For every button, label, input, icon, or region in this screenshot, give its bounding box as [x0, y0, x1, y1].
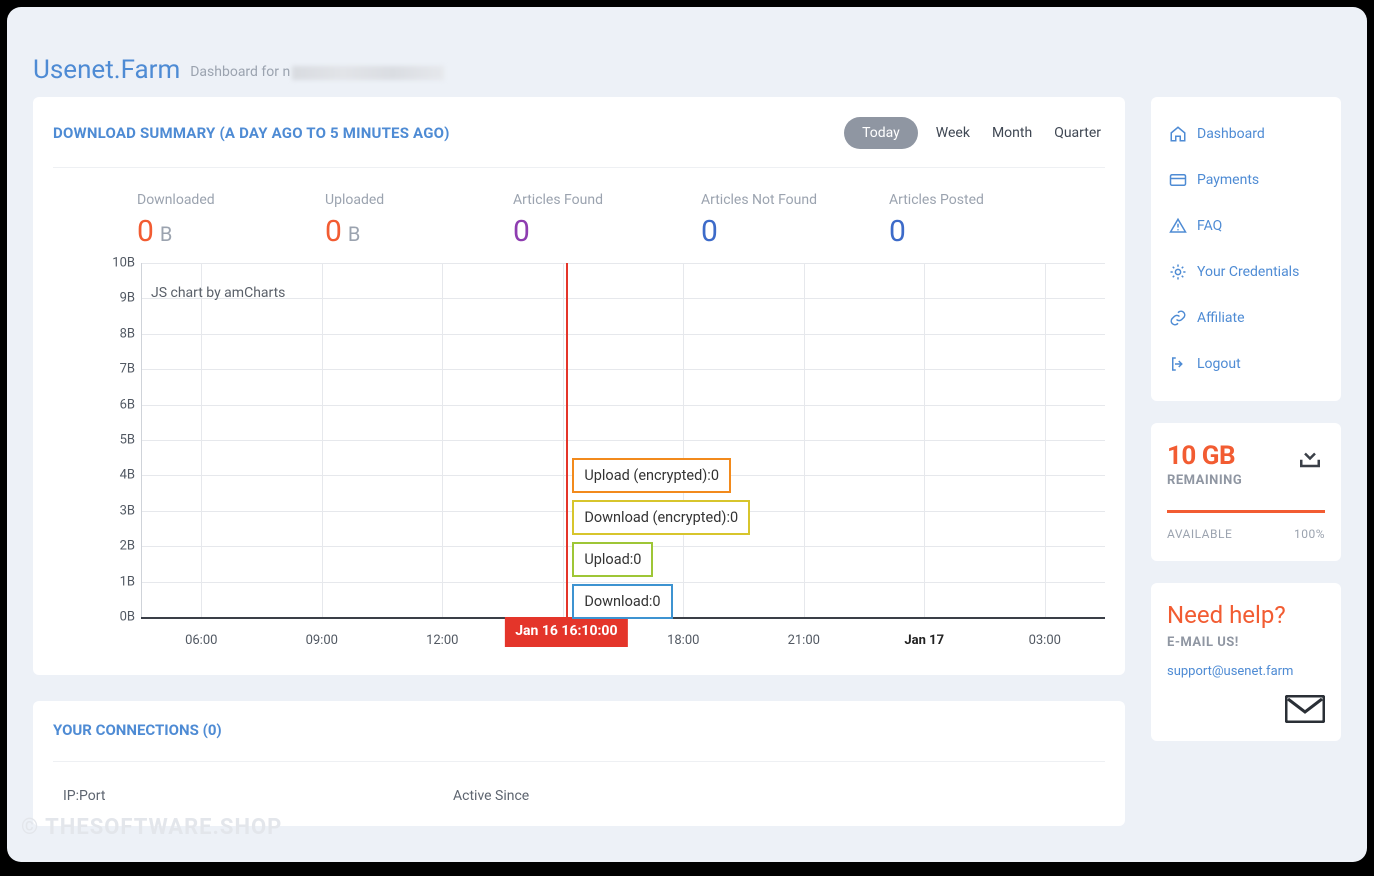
x-tick: 21:00 — [788, 633, 820, 648]
chart[interactable]: 0B1B2B3B4B5B6B7B8B9B10B06:0009:0012:0018… — [53, 263, 1105, 653]
card-icon — [1169, 171, 1187, 189]
brand-title[interactable]: Usenet.Farm — [33, 55, 180, 85]
y-tick: 5B — [101, 433, 135, 448]
alert-icon — [1169, 217, 1187, 235]
x-tick: 09:00 — [306, 633, 338, 648]
y-tick: 4B — [101, 468, 135, 483]
link-icon — [1169, 309, 1187, 327]
summary-title: DOWNLOAD SUMMARY (A DAY AGO TO 5 MINUTES… — [53, 124, 450, 142]
home-icon — [1169, 125, 1187, 143]
chart-cursor — [566, 263, 568, 617]
chart-tooltip: Download (encrypted):0 — [572, 500, 750, 535]
y-tick: 1B — [101, 574, 135, 589]
available-label: AVAILABLE — [1167, 527, 1232, 541]
chart-tooltip: Upload:0 — [572, 542, 653, 577]
gear-icon — [1169, 263, 1187, 281]
tab-today[interactable]: Today — [844, 117, 918, 149]
nav-label: FAQ — [1197, 218, 1222, 234]
download-summary-panel: DOWNLOAD SUMMARY (A DAY AGO TO 5 MINUTES… — [33, 97, 1125, 675]
remaining-value: 10 GB — [1167, 441, 1242, 471]
progress-bar — [1167, 510, 1325, 513]
available-pct: 100% — [1294, 527, 1325, 541]
y-tick: 9B — [101, 291, 135, 306]
range-tabs: Today Week Month Quarter — [844, 117, 1105, 149]
remaining-panel: 10 GB REMAINING AVAILABLE 100% — [1151, 423, 1341, 561]
y-tick: 0B — [101, 610, 135, 625]
y-tick: 3B — [101, 503, 135, 518]
user-blurred — [292, 66, 444, 80]
help-panel: Need help? E-MAIL US! support@usenet.far… — [1151, 583, 1341, 741]
logout-icon — [1169, 355, 1187, 373]
stats-row: Downloaded 0 B Uploaded 0 B Articles Fou… — [53, 168, 1105, 257]
x-tick: 12:00 — [426, 633, 458, 648]
nav-logout[interactable]: Logout — [1167, 341, 1325, 387]
nav-label: Affiliate — [1197, 310, 1245, 326]
nav-faq[interactable]: FAQ — [1167, 203, 1325, 249]
help-sub: E-MAIL US! — [1167, 635, 1325, 650]
stat-articles-not-found: Articles Not Found 0 — [701, 192, 879, 249]
y-tick: 7B — [101, 362, 135, 377]
tab-quarter[interactable]: Quarter — [1050, 117, 1105, 149]
stat-articles-posted: Articles Posted 0 — [889, 192, 1067, 249]
nav-dashboard[interactable]: Dashboard — [1167, 111, 1325, 157]
support-email[interactable]: support@usenet.farm — [1167, 664, 1325, 679]
col-ipport: IP:Port — [53, 788, 453, 804]
nav-affiliate[interactable]: Affiliate — [1167, 295, 1325, 341]
y-tick: 6B — [101, 397, 135, 412]
stat-downloaded: Downloaded 0 B — [137, 192, 315, 249]
watermark: © THESOFTWARE.SHOP — [21, 815, 282, 840]
stat-articles-found: Articles Found 0 — [513, 192, 691, 249]
remaining-label: REMAINING — [1167, 473, 1242, 488]
nav-label: Logout — [1197, 356, 1241, 372]
tab-week[interactable]: Week — [932, 117, 974, 149]
chart-tooltip: Upload (encrypted):0 — [572, 458, 731, 493]
col-active-since: Active Since — [453, 788, 529, 804]
nav-label: Dashboard — [1197, 126, 1265, 142]
y-tick: 8B — [101, 326, 135, 341]
nav-payments[interactable]: Payments — [1167, 157, 1325, 203]
nav-your-credentials[interactable]: Your Credentials — [1167, 249, 1325, 295]
mail-icon — [1285, 695, 1325, 723]
side-nav: Dashboard Payments FAQ Your Credentials Affi… — [1151, 97, 1341, 401]
connections-header: IP:Port Active Since — [53, 788, 1105, 804]
tab-month[interactable]: Month — [988, 117, 1036, 149]
chart-tooltip: Download:0 — [572, 584, 672, 619]
dashboard-subtitle: Dashboard for n — [190, 64, 290, 80]
x-tick: Jan 17 — [904, 633, 944, 648]
stat-uploaded: Uploaded 0 B — [325, 192, 503, 249]
connections-title: YOUR CONNECTIONS (0) — [53, 721, 1105, 762]
help-title: Need help? — [1167, 601, 1325, 629]
connections-panel: YOUR CONNECTIONS (0) IP:Port Active Sinc… — [33, 701, 1125, 826]
cursor-label: Jan 16 16:10:00 — [505, 617, 627, 647]
y-tick: 2B — [101, 539, 135, 554]
y-tick: 10B — [101, 256, 135, 271]
download-icon — [1295, 441, 1325, 471]
x-tick: 18:00 — [667, 633, 699, 648]
nav-label: Payments — [1197, 172, 1259, 188]
chart-credit: JS chart by amCharts — [151, 285, 285, 301]
nav-label: Your Credentials — [1197, 264, 1299, 280]
x-tick: 06:00 — [185, 633, 217, 648]
x-tick: 03:00 — [1029, 633, 1061, 648]
